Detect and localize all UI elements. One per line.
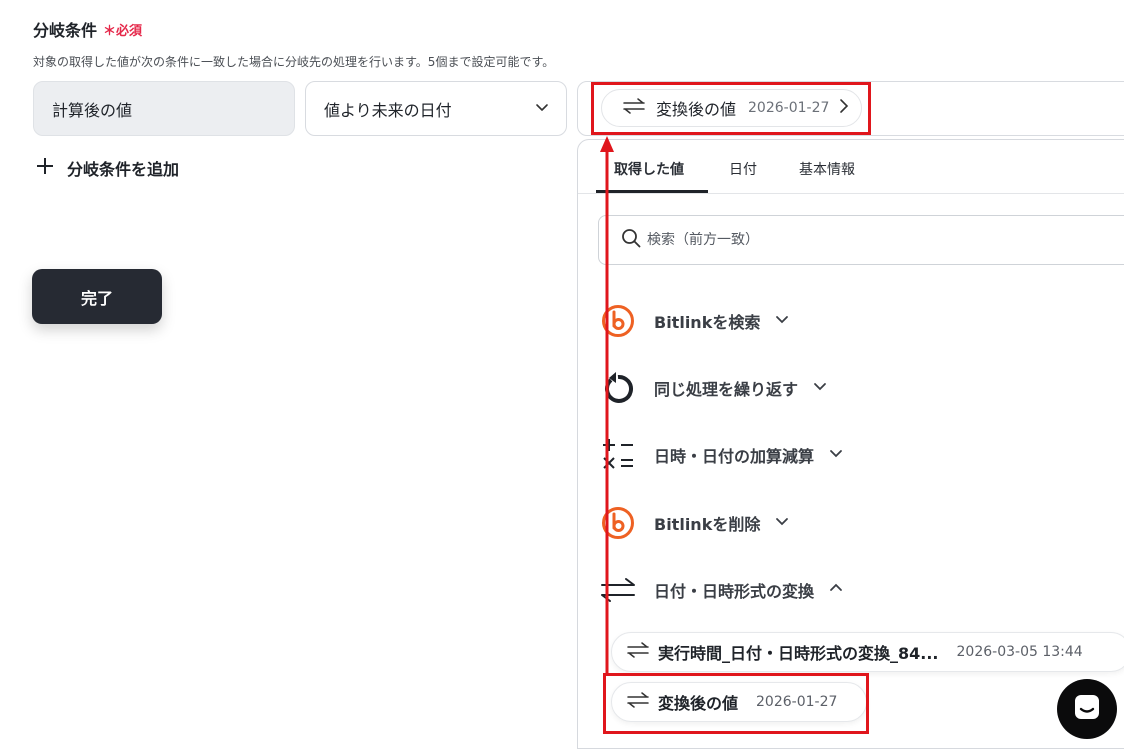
required-badge: ＊必須 (103, 20, 142, 39)
done-button[interactable]: 完了 (32, 269, 162, 324)
tab-basic-info[interactable]: 基本情報 (799, 159, 855, 179)
section-header: 分岐条件 ＊必須 (33, 17, 142, 41)
group-label: 日付・日時形式の変換 (654, 582, 815, 601)
group-label: 同じ処理を繰り返す (654, 380, 799, 399)
chevron-down-icon (774, 513, 790, 533)
list-item-exec-time[interactable]: 実行時間_日付・日時形式の変換_84... 2026-03-05 13:44 (611, 632, 1124, 672)
value-picker-panel: 取得した値 日付 基本情報 Bitlinkを検索 同じ処理を繰り返す 日時 (577, 139, 1124, 749)
chat-icon (1072, 692, 1102, 726)
chevron-down-icon (828, 445, 844, 465)
chevron-down-icon (812, 378, 828, 398)
item-label: 実行時間_日付・日時形式の変換_84... (658, 644, 939, 663)
highlight-box-chip (591, 82, 871, 135)
chevron-down-icon (534, 99, 550, 119)
condition-field-select[interactable]: 計算後の値 (33, 81, 295, 136)
condition-field-value: 計算後の値 (52, 100, 133, 120)
condition-operator-value: 値より未来の日付 (324, 100, 452, 120)
chat-launcher-button[interactable] (1057, 679, 1117, 739)
chevron-down-icon (774, 311, 790, 331)
item-date: 2026-03-05 13:44 (956, 644, 1083, 660)
chevron-up-icon (828, 580, 844, 600)
condition-operator-select[interactable]: 値より未来の日付 (305, 81, 567, 136)
section-title: 分岐条件 (33, 21, 98, 40)
group-label: 日時・日付の加算減算 (654, 447, 815, 466)
convert-icon (626, 642, 650, 662)
group-date-format-convert[interactable]: 日付・日時形式の変換 (600, 572, 844, 608)
group-loop[interactable]: 同じ処理を繰り返す (600, 370, 828, 406)
group-date-arithmetic[interactable]: 日時・日付の加算減算 (600, 437, 844, 473)
group-label: Bitlinkを削除 (654, 515, 761, 534)
search-box[interactable] (598, 215, 1124, 265)
required-label: 必須 (116, 23, 143, 39)
group-bitlink-delete[interactable]: Bitlinkを削除 (600, 505, 790, 541)
group-label: Bitlinkを検索 (654, 313, 761, 332)
panel-tabs: 取得した値 日付 基本情報 (578, 140, 1124, 194)
tab-date[interactable]: 日付 (729, 159, 757, 179)
add-condition-label: 分岐条件を追加 (67, 160, 180, 179)
annotation-arrow (600, 136, 614, 675)
search-input[interactable] (647, 232, 1047, 248)
section-description: 対象の取得した値が次の条件に一致した場合に分岐先の処理を行います。5個まで設定可… (33, 55, 555, 69)
add-condition-button[interactable]: 分岐条件を追加 (33, 156, 179, 180)
required-mark: ＊ (103, 23, 117, 39)
plus-icon (33, 157, 57, 180)
highlight-box-item (603, 673, 869, 734)
group-bitlink-search[interactable]: Bitlinkを検索 (600, 303, 790, 339)
